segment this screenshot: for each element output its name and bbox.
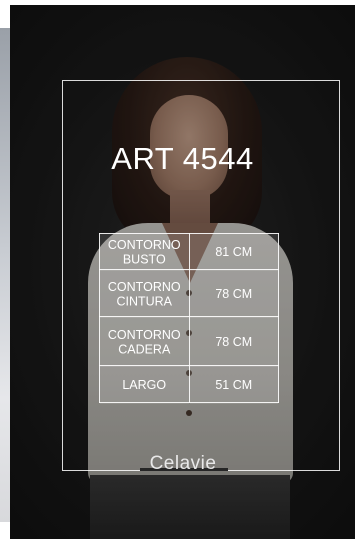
measurement-label-line: CONTORNO <box>107 236 181 252</box>
measurement-value: 78 CM <box>188 314 279 368</box>
table-row: CONTORNO BUSTO 81 CM <box>99 232 279 271</box>
measurement-label-line: BUSTO <box>122 251 166 267</box>
product-photo[interactable]: ART 4544 CONTORNO BUSTO 81 CM CONTORNO C… <box>10 5 355 539</box>
measurement-label-line: CINTURA <box>116 293 173 308</box>
measurement-value: 51 CM <box>188 364 279 404</box>
measurement-label-line: LARGO <box>122 376 167 392</box>
adjacent-image-edge <box>0 28 10 522</box>
table-row: CONTORNO CINTURA 78 CM <box>99 267 279 319</box>
measurement-label: LARGO <box>99 364 190 404</box>
measurement-label-line: CONTORNO <box>107 278 181 293</box>
brand-logo-text: Celavie <box>149 453 217 474</box>
measurement-label: CONTORNO CADERA <box>99 314 190 368</box>
size-chart-table: CONTORNO BUSTO 81 CM CONTORNO CINTURA 78… <box>99 232 279 404</box>
measurement-label-line: CADERA <box>118 341 171 356</box>
table-row: CONTORNO CADERA 78 CM <box>99 314 279 368</box>
measurement-value: 78 CM <box>188 267 279 319</box>
measurement-value: 81 CM <box>188 232 279 271</box>
measurement-label-line: CONTORNO <box>107 326 181 341</box>
table-row: LARGO 51 CM <box>99 364 279 404</box>
product-title: ART 4544 <box>111 141 254 176</box>
measurement-label: CONTORNO BUSTO <box>99 232 190 271</box>
measurement-label: CONTORNO CINTURA <box>99 267 190 319</box>
